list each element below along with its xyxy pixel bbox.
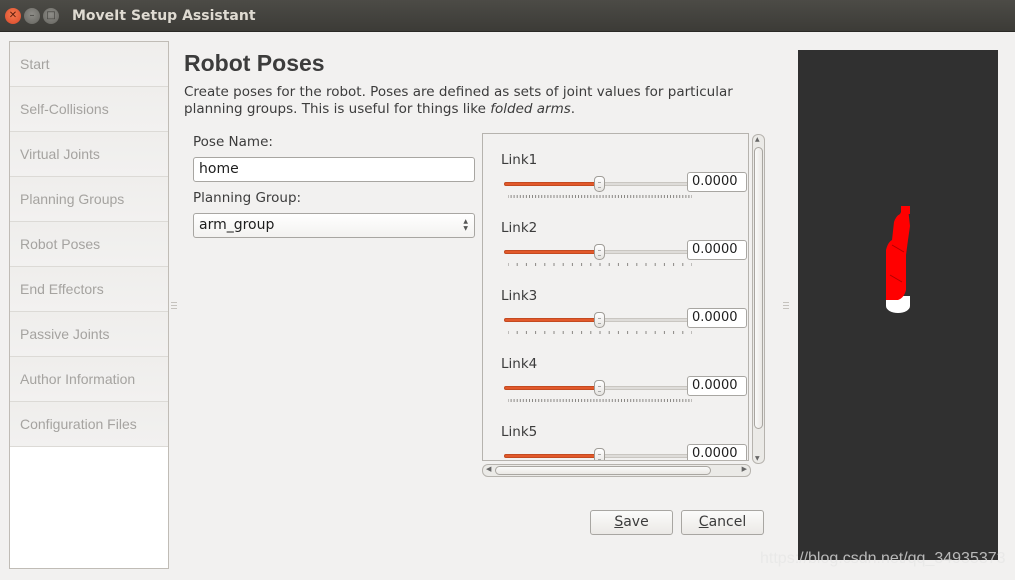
- sidebar-item-author-information[interactable]: Author Information: [10, 357, 168, 402]
- cancel-label: ancel: [708, 514, 747, 530]
- viewport-splitter-handle[interactable]: [783, 300, 789, 311]
- close-window-button[interactable]: ✕: [5, 8, 21, 24]
- joint-name-label: Link3: [501, 288, 538, 304]
- watermark-text: https://blog.csdn.net/qq_34935373: [760, 550, 1006, 567]
- description-emphasis: folded arms: [490, 101, 571, 117]
- save-button[interactable]: Save: [590, 510, 673, 535]
- planning-group-label: Planning Group:: [193, 190, 302, 206]
- slider-fill: [504, 386, 599, 390]
- joint-slider[interactable]: [504, 448, 694, 460]
- joint-name-label: Link4: [501, 356, 538, 372]
- page-title: Robot Poses: [184, 50, 325, 76]
- minimize-icon: –: [29, 10, 35, 21]
- sidebar-item-start[interactable]: Start: [10, 42, 168, 87]
- vertical-scrollbar[interactable]: ▲ ▼: [752, 134, 765, 464]
- joint-value-input[interactable]: 0.0000: [687, 444, 747, 460]
- cancel-mnemonic: C: [698, 514, 709, 530]
- slider-fill: [504, 318, 599, 322]
- joint-value-input[interactable]: 0.0000: [687, 172, 747, 192]
- sidebar-item-configuration-files[interactable]: Configuration Files: [10, 402, 168, 447]
- sidebar-item-virtual-joints[interactable]: Virtual Joints: [10, 132, 168, 177]
- horizontal-scroll-thumb[interactable]: [495, 466, 711, 475]
- slider-handle[interactable]: [594, 244, 605, 260]
- joint-name-label: Link5: [501, 424, 538, 440]
- minimize-window-button[interactable]: –: [24, 8, 40, 24]
- slider-fill: [504, 182, 599, 186]
- sidebar-splitter-handle[interactable]: [171, 300, 177, 311]
- maximize-window-button[interactable]: □: [43, 8, 59, 24]
- planning-group-select[interactable]: arm_group ▲ ▼: [193, 213, 475, 238]
- scroll-down-arrow-icon[interactable]: ▼: [755, 455, 760, 462]
- sidebar-item-robot-poses[interactable]: Robot Poses: [10, 222, 168, 267]
- title-bar: ✕ – □ MoveIt Setup Assistant: [0, 0, 1015, 32]
- slider-ticks: [508, 399, 692, 402]
- robot-arm: [886, 208, 910, 300]
- slider-ticks: [508, 263, 692, 266]
- pose-name-input[interactable]: home: [193, 157, 475, 182]
- window-title: MoveIt Setup Assistant: [72, 8, 256, 24]
- slider-ticks: [508, 331, 692, 334]
- joint-sliders-panel: Link1 0.0000 Link2 0.0000 Link3 0.0000 L…: [482, 133, 749, 461]
- joint-slider[interactable]: [504, 244, 694, 266]
- slider-ticks: [508, 195, 692, 198]
- vertical-scroll-thumb[interactable]: [754, 147, 763, 429]
- scroll-right-arrow-icon[interactable]: ▶: [742, 465, 747, 473]
- sidebar-item-self-collisions[interactable]: Self-Collisions: [10, 87, 168, 132]
- sidebar-nav: Start Self-Collisions Virtual Joints Pla…: [9, 41, 169, 569]
- sidebar-item-planning-groups[interactable]: Planning Groups: [10, 177, 168, 222]
- robot-end-link: [901, 206, 910, 214]
- joint-value-input[interactable]: 0.0000: [687, 308, 747, 328]
- joint-slider[interactable]: [504, 176, 694, 198]
- cancel-button[interactable]: Cancel: [681, 510, 764, 535]
- maximize-icon: □: [46, 10, 56, 21]
- sidebar-item-passive-joints[interactable]: Passive Joints: [10, 312, 168, 357]
- robot-3d-viewport[interactable]: [798, 50, 998, 560]
- save-mnemonic: S: [614, 514, 624, 530]
- description-end: .: [570, 101, 576, 117]
- sidebar-item-end-effectors[interactable]: End Effectors: [10, 267, 168, 312]
- scroll-up-arrow-icon[interactable]: ▲: [755, 136, 760, 143]
- slider-handle[interactable]: [594, 312, 605, 328]
- slider-fill: [504, 250, 599, 254]
- joint-name-label: Link1: [501, 152, 538, 168]
- slider-handle[interactable]: [594, 448, 605, 460]
- page-description: Create poses for the robot. Poses are de…: [184, 84, 744, 118]
- scroll-left-arrow-icon[interactable]: ◀: [486, 465, 491, 473]
- horizontal-scrollbar[interactable]: ◀ ▶: [482, 464, 751, 477]
- planning-group-value: arm_group: [199, 217, 275, 233]
- pose-name-label: Pose Name:: [193, 134, 273, 150]
- description-text: Create poses for the robot. Poses are de…: [184, 84, 733, 117]
- close-icon: ✕: [8, 10, 18, 21]
- up-down-arrows-icon: ▲ ▼: [463, 218, 468, 232]
- slider-fill: [504, 454, 599, 458]
- joint-name-label: Link2: [501, 220, 538, 236]
- robot-model: [886, 206, 910, 313]
- save-label: ave: [623, 514, 649, 530]
- slider-handle[interactable]: [594, 176, 605, 192]
- joint-value-input[interactable]: 0.0000: [687, 240, 747, 260]
- joint-value-input[interactable]: 0.0000: [687, 376, 747, 396]
- slider-handle[interactable]: [594, 380, 605, 396]
- joint-slider[interactable]: [504, 380, 694, 402]
- joint-slider[interactable]: [504, 312, 694, 334]
